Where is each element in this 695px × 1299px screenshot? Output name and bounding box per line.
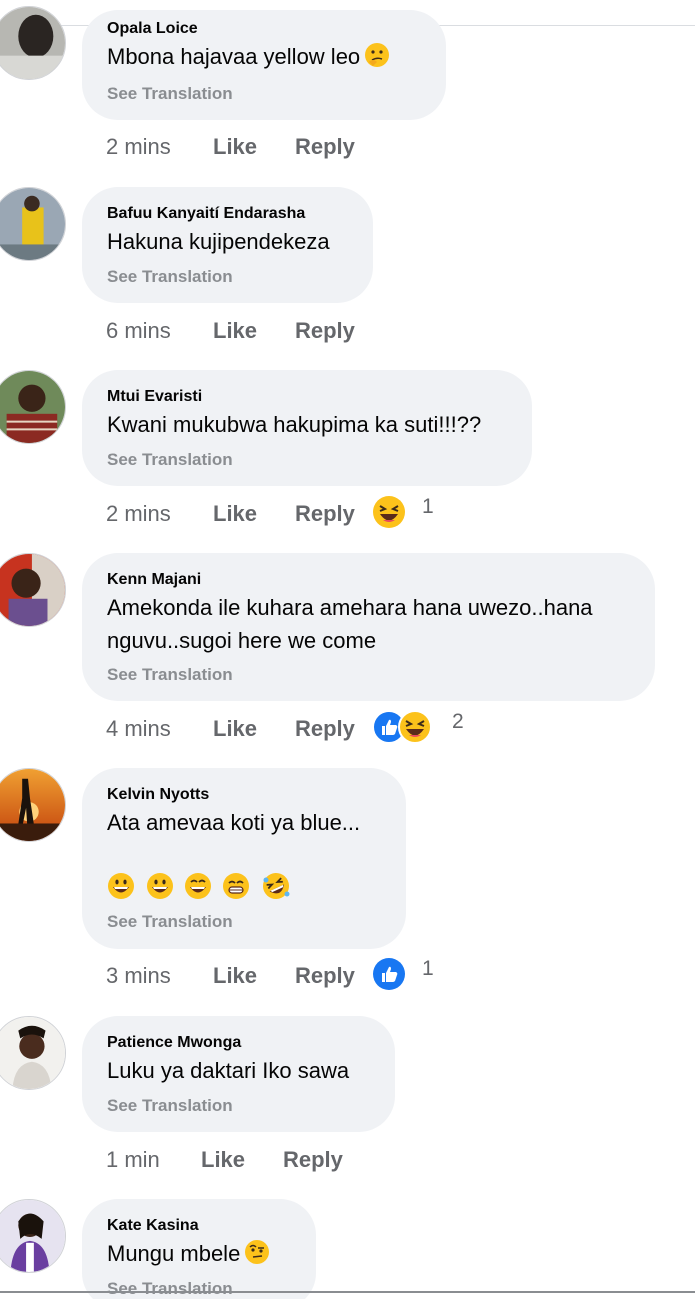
author-name[interactable]: Kenn Majani (107, 571, 201, 589)
reply-button[interactable]: Reply (295, 963, 355, 989)
beaming-face-icon (223, 873, 249, 899)
like-button[interactable]: Like (201, 1147, 245, 1173)
grinning-smile-icon (185, 873, 211, 899)
author-name[interactable]: Bafuu Kanyaití Endarasha (107, 205, 305, 223)
laughing-squint-icon (373, 496, 405, 528)
comment-bubble[interactable]: Opala Loice Mbona hajavaa yellow leo See… (82, 10, 446, 120)
avatar[interactable] (0, 553, 66, 627)
comment-text: Kwani mukubwa hakupima ka suti!!!?? (107, 412, 482, 437)
comment-time[interactable]: 3 mins (106, 963, 171, 989)
comment-bubble[interactable]: Kenn Majani Amekonda ile kuhara amehara … (82, 553, 655, 701)
like-button[interactable]: Like (213, 716, 257, 742)
author-name[interactable]: Patience Mwonga (107, 1034, 241, 1052)
rolling-laughing-face-icon (263, 873, 290, 899)
reply-button[interactable]: Reply (295, 134, 355, 160)
comment-text: Luku ya daktari Iko sawa (107, 1058, 350, 1083)
comment-text-content: Mungu mbele (107, 1241, 241, 1266)
avatar[interactable] (0, 6, 66, 80)
like-button[interactable]: Like (213, 134, 257, 160)
author-name[interactable]: Opala Loice (107, 20, 198, 38)
comment-text: Hakuna kujipendekeza (107, 229, 330, 254)
grinning-face-icon (108, 873, 134, 899)
avatar[interactable] (0, 1199, 66, 1273)
reaction-count: 2 (452, 710, 464, 733)
see-translation-link[interactable]: See Translation (107, 1279, 233, 1299)
like-button[interactable]: Like (213, 318, 257, 344)
avatar[interactable] (0, 187, 66, 261)
reaction-count: 1 (422, 495, 434, 518)
reactions-summary[interactable]: 1 (372, 495, 442, 529)
comment-time[interactable]: 2 mins (106, 134, 171, 160)
grinning-face-icon (147, 873, 173, 899)
reply-button[interactable]: Reply (295, 501, 355, 527)
comment-time[interactable]: 2 mins (106, 501, 171, 527)
bottom-divider (0, 1291, 695, 1293)
reactions-summary[interactable]: 1 (372, 957, 442, 991)
author-name[interactable]: Mtui Evaristi (107, 388, 202, 406)
reactions-summary[interactable]: 2 (372, 710, 472, 744)
author-name[interactable]: Kate Kasina (107, 1217, 199, 1235)
comment-time[interactable]: 1 min (106, 1147, 160, 1173)
avatar[interactable] (0, 768, 66, 842)
comment-time[interactable]: 6 mins (106, 318, 171, 344)
see-translation-link[interactable]: See Translation (107, 912, 233, 932)
author-name[interactable]: Kelvin Nyotts (107, 786, 209, 804)
avatar[interactable] (0, 370, 66, 444)
comments-screen: Opala Loice Mbona hajavaa yellow leo See… (0, 0, 695, 1299)
reply-button[interactable]: Reply (295, 318, 355, 344)
comment-text: Ata amevaa koti ya blue... (107, 810, 361, 835)
see-translation-link[interactable]: See Translation (107, 267, 233, 287)
reaction-count: 1 (422, 957, 434, 980)
comment-text: Mungu mbele (107, 1237, 270, 1270)
comment-text-content: Mbona hajavaa yellow leo (107, 44, 361, 69)
comment-text: Amekonda ile kuhara amehara hana uwezo..… (107, 595, 593, 620)
avatar[interactable] (0, 1016, 66, 1090)
comment-time[interactable]: 4 mins (106, 716, 171, 742)
see-translation-link[interactable]: See Translation (107, 450, 233, 470)
see-translation-link[interactable]: See Translation (107, 665, 233, 685)
laughing-squint-icon (398, 710, 432, 744)
comment-bubble[interactable]: Mtui Evaristi Kwani mukubwa hakupima ka … (82, 370, 532, 486)
like-reaction-icon (373, 958, 405, 990)
comment-bubble[interactable]: Patience Mwonga Luku ya daktari Iko sawa… (82, 1016, 395, 1132)
reply-button[interactable]: Reply (283, 1147, 343, 1173)
comment-text: nguvu..sugoi here we come (107, 628, 377, 653)
like-button[interactable]: Like (213, 501, 257, 527)
thinking-face-icon (365, 43, 390, 67)
comment-bubble[interactable]: Kate Kasina Mungu mbele See Translation (82, 1199, 316, 1299)
comment-text: Mbona hajavaa yellow leo (107, 40, 390, 73)
see-translation-link[interactable]: See Translation (107, 84, 233, 104)
comment-bubble[interactable]: Kelvin Nyotts Ata amevaa koti ya blue...… (82, 768, 406, 949)
reply-button[interactable]: Reply (295, 716, 355, 742)
comment-bubble[interactable]: Bafuu Kanyaití Endarasha Hakuna kujipend… (82, 187, 373, 303)
see-translation-link[interactable]: See Translation (107, 1096, 233, 1116)
like-button[interactable]: Like (213, 963, 257, 989)
face-with-raised-eyebrow-icon (245, 1240, 270, 1264)
